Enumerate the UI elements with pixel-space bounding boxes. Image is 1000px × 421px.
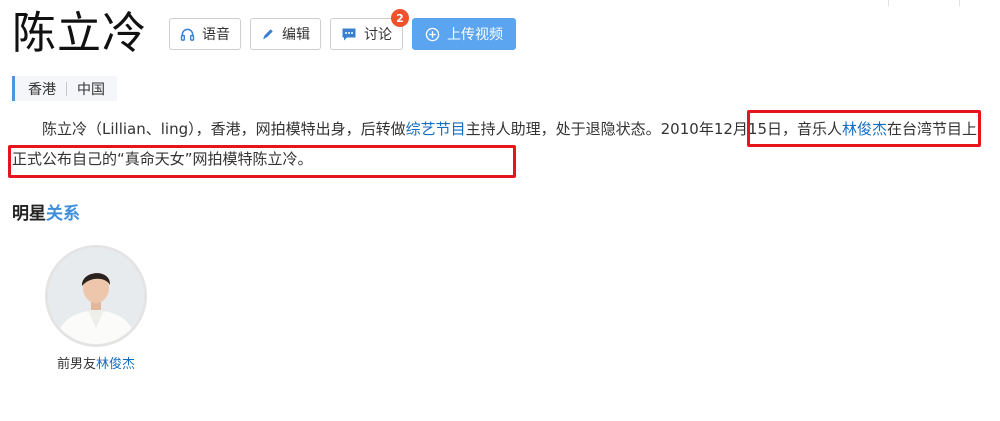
highlight-box (8, 145, 516, 178)
plus-circle-icon (425, 27, 440, 42)
upload-video-label: 上传视频 (447, 27, 503, 43)
edit-button[interactable]: 编辑 (250, 18, 321, 50)
top-dividers (818, 0, 960, 6)
relation-label: 前男友林俊杰 (42, 353, 150, 372)
relation-name-link[interactable]: 林俊杰 (96, 357, 135, 372)
headphones-icon (180, 27, 195, 42)
tag-divider (66, 81, 67, 96)
section-title-prefix: 明星 (12, 204, 46, 224)
tag-china: 中国 (77, 81, 105, 98)
variety-show-link[interactable]: 综艺节目 (406, 120, 466, 138)
intro-text-2: 主持人助理，处于退隐状态。 (465, 120, 661, 138)
chat-bubble-icon (341, 27, 357, 42)
relation-type: 前男友 (56, 357, 96, 372)
pencil-icon (261, 27, 275, 41)
avatar[interactable] (45, 245, 147, 347)
discuss-label: 讨论 (364, 27, 392, 43)
page-title: 陈立冷 (12, 8, 147, 59)
relation-card[interactable]: 前男友林俊杰 (42, 245, 150, 372)
section-title-star-relations: 明星关系 (12, 201, 80, 227)
discuss-button[interactable]: 讨论 2 (330, 9, 409, 50)
voice-button[interactable]: 语音 (169, 18, 241, 50)
discuss-count-badge: 2 (391, 9, 409, 27)
intro-indent (12, 120, 42, 138)
highlight-box (747, 110, 981, 147)
section-title-accent: 关系 (46, 204, 80, 224)
tag-hongkong: 香港 (28, 81, 56, 98)
upload-video-button[interactable]: 上传视频 (412, 18, 516, 50)
action-bar: 语音 编辑 讨论 2 上传视频 (169, 9, 525, 50)
intro-text-1: 陈立冷（Lillian、ling），香港，网拍模特出身，后转做 (42, 120, 406, 138)
edit-label: 编辑 (282, 27, 310, 43)
voice-label: 语音 (202, 27, 230, 43)
tag-bar: 香港 中国 (12, 76, 117, 101)
